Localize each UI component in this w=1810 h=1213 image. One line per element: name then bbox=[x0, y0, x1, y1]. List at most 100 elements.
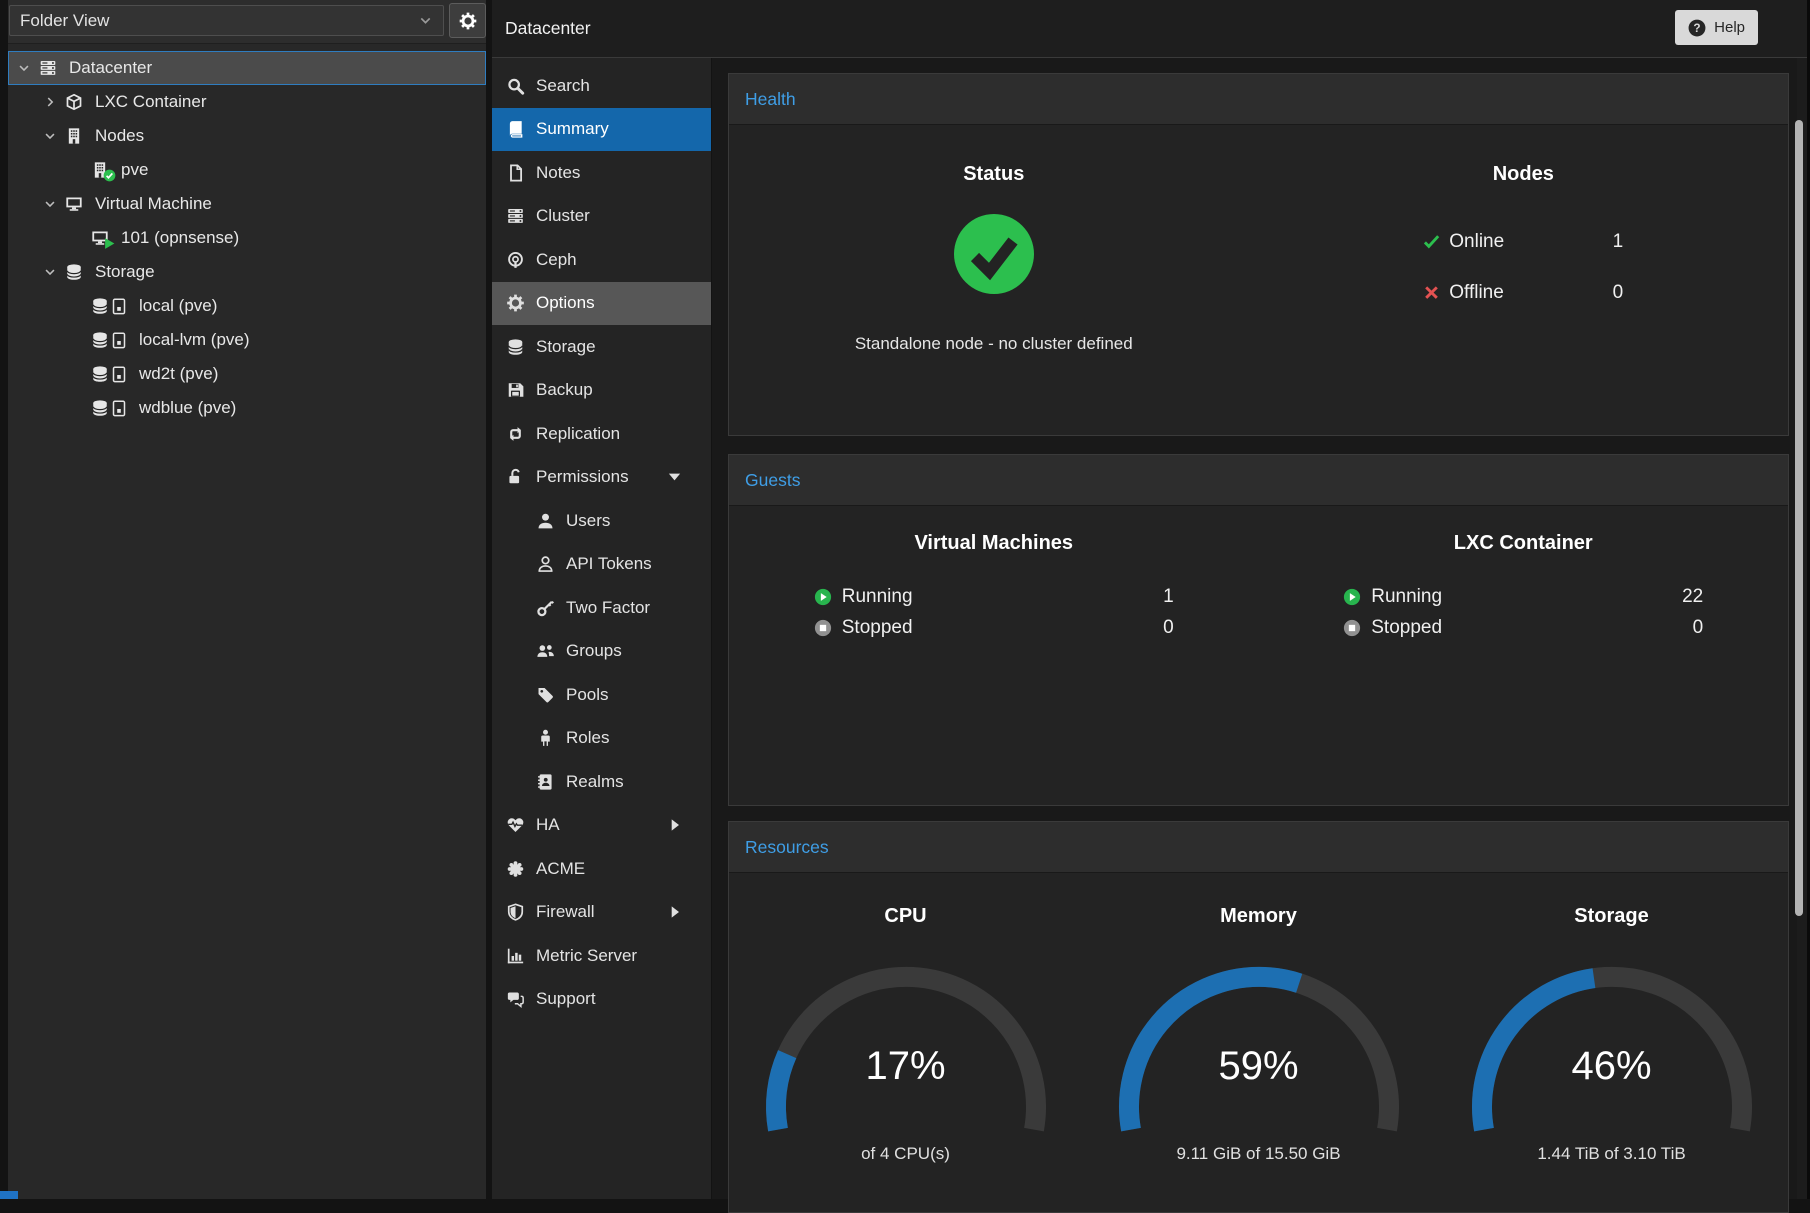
drive-icon bbox=[112, 332, 127, 349]
guests-column-virtual-machines: Virtual MachinesRunning1Stopped0 bbox=[729, 506, 1259, 643]
menu-item-notes[interactable]: Notes bbox=[492, 151, 711, 195]
gauge-heading: CPU bbox=[884, 905, 926, 928]
menu-item-groups[interactable]: Groups bbox=[492, 630, 711, 674]
menu-item-permissions[interactable]: Permissions bbox=[492, 456, 711, 500]
menu-item-metric-server[interactable]: Metric Server bbox=[492, 934, 711, 978]
file-icon bbox=[506, 164, 525, 182]
menu-item-options[interactable]: Options bbox=[492, 282, 711, 326]
view-mode-select[interactable]: Folder View bbox=[9, 5, 444, 36]
tree-item-lxc-container[interactable]: LXC Container bbox=[8, 85, 486, 119]
tree-item-storage[interactable]: Storage bbox=[8, 255, 486, 289]
view-mode-value: Folder View bbox=[20, 11, 109, 31]
check-circle-icon bbox=[952, 212, 1036, 296]
tree-item-label: LXC Container bbox=[95, 92, 207, 112]
node-status-row-online: Online1 bbox=[1423, 216, 1623, 267]
tree-item-label: 101 (opnsense) bbox=[121, 228, 239, 248]
menu-item-firewall[interactable]: Firewall bbox=[492, 891, 711, 935]
content-scrollbar-thumb[interactable] bbox=[1795, 120, 1803, 916]
cube-icon bbox=[65, 93, 83, 111]
desktop-icon bbox=[65, 195, 83, 213]
tree-item-wd2t-pve[interactable]: wd2t (pve) bbox=[8, 357, 486, 391]
tree-item-local-lvm-pve[interactable]: local-lvm (pve) bbox=[8, 323, 486, 357]
menu-item-ha[interactable]: HA bbox=[492, 804, 711, 848]
database-icon bbox=[91, 331, 109, 349]
gauge-percent-value: 59% bbox=[1109, 1044, 1409, 1089]
menu-item-users[interactable]: Users bbox=[492, 499, 711, 543]
expander-chevron-right-icon[interactable] bbox=[43, 95, 65, 109]
tree-item-label: Nodes bbox=[95, 126, 144, 146]
menu-item-two-factor[interactable]: Two Factor bbox=[492, 586, 711, 630]
resources-panel-header: Resources bbox=[729, 822, 1788, 873]
guests-panel-header: Guests bbox=[729, 455, 1788, 506]
menu-item-cluster[interactable]: Cluster bbox=[492, 195, 711, 239]
tree-item-nodes[interactable]: Nodes bbox=[8, 119, 486, 153]
expander-chevron-down-icon[interactable] bbox=[43, 129, 65, 143]
guest-row-label: Running bbox=[1371, 586, 1442, 608]
menu-item-summary[interactable]: Summary bbox=[492, 108, 711, 152]
comments-icon bbox=[506, 990, 525, 1008]
help-button[interactable]: ? Help bbox=[1675, 10, 1758, 45]
menu-item-search[interactable]: Search bbox=[492, 64, 711, 108]
gauge-arc: 17% bbox=[756, 960, 1056, 1140]
chevron-down-icon bbox=[43, 265, 57, 279]
search-icon bbox=[506, 77, 525, 95]
database-icon bbox=[91, 365, 109, 383]
tree-item-label: wdblue (pve) bbox=[139, 398, 236, 418]
tree-item-datacenter[interactable]: Datacenter bbox=[8, 51, 486, 85]
nodes-heading: Nodes bbox=[1493, 163, 1554, 186]
health-panel-header: Health bbox=[729, 74, 1788, 125]
menu-item-realms[interactable]: Realms bbox=[492, 760, 711, 804]
guest-row-running: Running 22 bbox=[1343, 581, 1703, 612]
menu-item-roles[interactable]: Roles bbox=[492, 717, 711, 761]
menu-item-pools[interactable]: Pools bbox=[492, 673, 711, 717]
node-status-value: 0 bbox=[1613, 282, 1624, 304]
guest-row-value: 22 bbox=[1682, 586, 1703, 608]
health-panel-title: Health bbox=[745, 89, 796, 110]
unlock-icon bbox=[506, 468, 525, 486]
key-icon bbox=[536, 599, 555, 617]
tree-item-wdblue-pve[interactable]: wdblue (pve) bbox=[8, 391, 486, 425]
menu-item-label: Storage bbox=[536, 337, 596, 357]
menu-item-label: Options bbox=[536, 293, 595, 313]
expander-chevron-down-icon[interactable] bbox=[43, 265, 65, 279]
menu-item-acme[interactable]: ACME bbox=[492, 847, 711, 891]
replication-icon bbox=[506, 425, 525, 443]
resource-gauge-storage: Storage 46%1.44 TiB of 3.10 TiB bbox=[1435, 873, 1788, 1164]
question-circle-icon: ? bbox=[1688, 19, 1706, 37]
tree-item-101-opnsense[interactable]: 101 (opnsense) bbox=[8, 221, 486, 255]
tree-item-virtual-machine[interactable]: Virtual Machine bbox=[8, 187, 486, 221]
menu-item-label: Summary bbox=[536, 119, 609, 139]
menu-item-backup[interactable]: Backup bbox=[492, 369, 711, 413]
guests-column-heading: LXC Container bbox=[1454, 532, 1593, 555]
expander-chevron-down-icon[interactable] bbox=[17, 61, 39, 75]
menu-item-label: Two Factor bbox=[566, 598, 650, 618]
users-icon bbox=[536, 642, 555, 660]
stop-circle-icon bbox=[1343, 619, 1361, 637]
node-status-row-offline: Offline0 bbox=[1423, 267, 1623, 318]
content-header-title: Datacenter bbox=[505, 0, 591, 57]
guest-row-value: 0 bbox=[1693, 617, 1704, 639]
tree-settings-button[interactable] bbox=[449, 3, 486, 38]
tree-item-pve[interactable]: pve bbox=[8, 153, 486, 187]
menu-item-ceph[interactable]: Ceph bbox=[492, 238, 711, 282]
cluster-icon bbox=[506, 207, 525, 225]
bar-chart-icon bbox=[506, 947, 525, 965]
gauge-heading: Storage bbox=[1574, 905, 1648, 928]
chevron-down-icon bbox=[418, 13, 433, 28]
menu-item-api-tokens[interactable]: API Tokens bbox=[492, 543, 711, 587]
check-icon bbox=[1423, 233, 1440, 250]
shield-icon bbox=[506, 903, 525, 921]
menu-item-replication[interactable]: Replication bbox=[492, 412, 711, 456]
menu-item-storage[interactable]: Storage bbox=[492, 325, 711, 369]
resource-tree-panel: Folder View Datacenter LXC Container Nodes… bbox=[8, 0, 486, 1199]
content-scrollbar-track[interactable] bbox=[1797, 58, 1807, 1199]
play-circle-icon bbox=[814, 588, 832, 606]
datacenter-menu: Search Summary NotesClusterCeph Options Stor… bbox=[492, 58, 711, 1199]
menu-item-support[interactable]: Support bbox=[492, 978, 711, 1022]
menu-item-label: Metric Server bbox=[536, 946, 637, 966]
tree-item-local-pve[interactable]: local (pve) bbox=[8, 289, 486, 323]
guest-row-label: Stopped bbox=[1371, 617, 1442, 639]
health-panel: Health Status Standalone node - no clust… bbox=[728, 73, 1789, 436]
guest-row-stopped: Stopped 0 bbox=[1343, 612, 1703, 643]
expander-chevron-down-icon[interactable] bbox=[43, 197, 65, 211]
